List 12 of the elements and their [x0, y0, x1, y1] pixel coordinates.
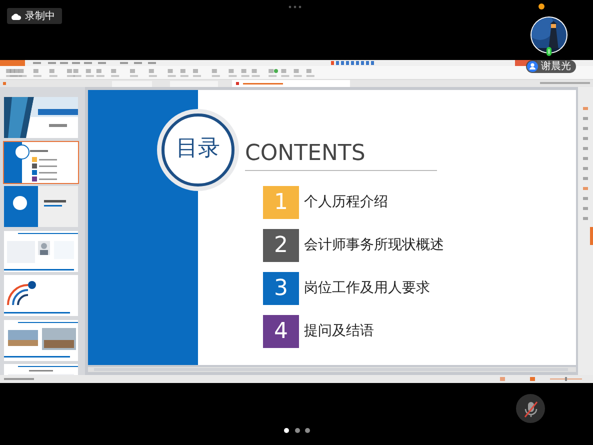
recording-label: 录制中: [25, 10, 55, 24]
item-text: 岗位工作及用人要求: [304, 279, 430, 298]
item-number: 4: [263, 315, 299, 348]
item-text: 提问及结语: [304, 322, 374, 341]
item-number: 3: [263, 272, 299, 305]
item-number: 1: [263, 186, 299, 219]
item-text: 会计师事务所现状概述: [304, 236, 444, 255]
item-text: 个人历程介绍: [304, 193, 388, 212]
contents-title: 目录: [175, 135, 221, 163]
contents-heading: CONTENTS: [245, 140, 366, 168]
item-number: 2: [263, 229, 299, 262]
participant-name: 谢晨光: [541, 60, 571, 73]
